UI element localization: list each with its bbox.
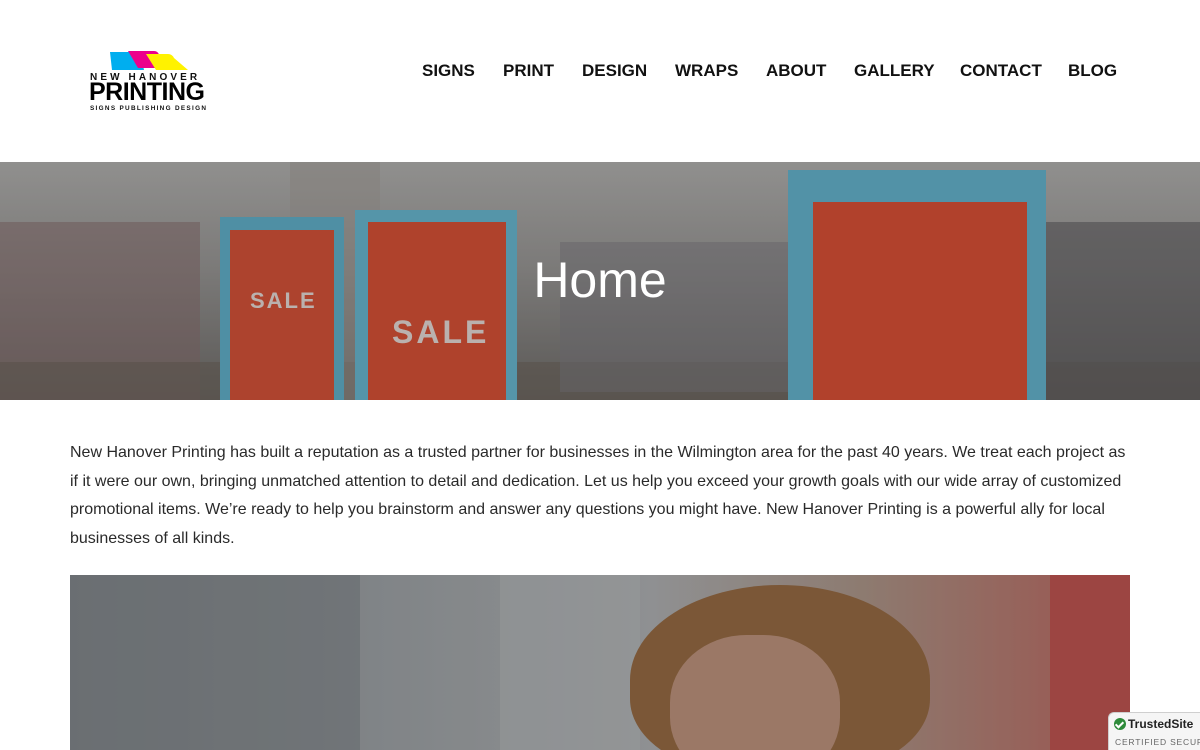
badge-subtitle: CERTIFIED SECURE [1115, 737, 1200, 747]
site-header: NEW HANOVER PRINTING SIGNS PUBLISHING DE… [0, 0, 1200, 162]
nav-item-signs[interactable]: SIGNS [422, 61, 475, 81]
nav-item-blog[interactable]: BLOG [1068, 61, 1117, 81]
site-logo[interactable]: NEW HANOVER PRINTING SIGNS PUBLISHING DE… [88, 48, 212, 116]
nav-item-design[interactable]: DESIGN [582, 61, 647, 81]
photo-dark-overlay [70, 575, 1130, 750]
badge-title: TrustedSite [1128, 717, 1194, 731]
nav-item-about[interactable]: ABOUT [766, 61, 826, 81]
trustedsite-badge[interactable]: TrustedSite CERTIFIED SECURE [1108, 712, 1200, 750]
logo-color-swoosh-icon [110, 51, 188, 70]
intro-paragraph: New Hanover Printing has built a reputat… [70, 444, 1126, 548]
feature-photo [70, 575, 1130, 750]
logo-text-main: PRINTING [89, 78, 205, 106]
nav-item-gallery[interactable]: GALLERY [854, 61, 935, 81]
checkmark-icon [1114, 718, 1126, 730]
page-title: Home [533, 252, 667, 308]
nav-item-contact[interactable]: CONTACT [960, 61, 1042, 81]
hero-banner: SALE SALE Home [0, 162, 1200, 400]
nav-item-wraps[interactable]: WRAPS [675, 61, 738, 81]
nav-item-print[interactable]: PRINT [503, 61, 554, 81]
logo-tagline: SIGNS PUBLISHING DESIGN [90, 105, 208, 112]
